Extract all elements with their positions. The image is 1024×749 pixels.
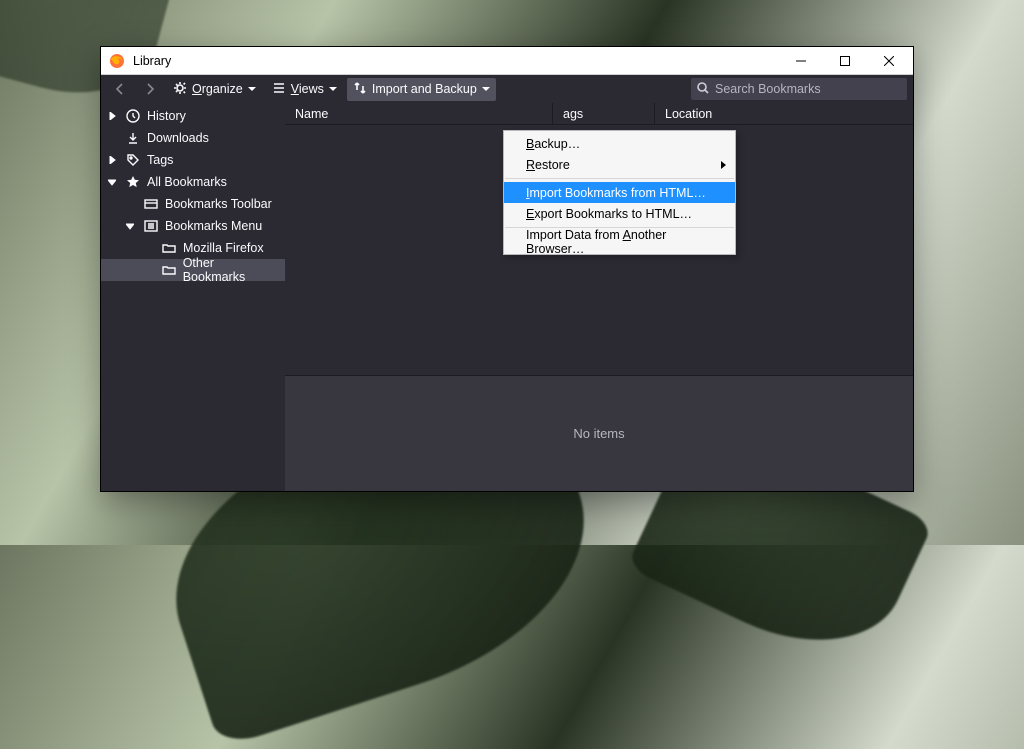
- sidebar-item-other-bookmarks[interactable]: Other Bookmarks: [101, 259, 285, 281]
- menu-item-label: Restore: [526, 158, 570, 172]
- search-input[interactable]: [715, 82, 901, 96]
- body: History Downloads Tags All Bookmarks: [101, 103, 913, 491]
- tag-icon: [125, 153, 141, 167]
- sidebar-item-label: Downloads: [147, 131, 209, 145]
- sidebar: History Downloads Tags All Bookmarks: [101, 103, 285, 491]
- views-label: Views: [291, 82, 324, 96]
- submenu-arrow-icon: [719, 158, 727, 172]
- forward-button[interactable]: [137, 79, 163, 99]
- window-title: Library: [133, 54, 779, 68]
- search-field[interactable]: [691, 78, 907, 100]
- details-pane: No items: [285, 375, 913, 491]
- empty-label: No items: [573, 426, 624, 441]
- toolbar: Organize Views Import and Backup: [101, 75, 913, 103]
- minimize-button[interactable]: [779, 47, 823, 75]
- menu-item-label: Backup…: [526, 137, 580, 151]
- menu-item-label: Import Bookmarks from HTML…: [526, 186, 706, 200]
- menu-item-backup[interactable]: Backup…: [504, 133, 735, 154]
- back-button[interactable]: [107, 79, 133, 99]
- clock-icon: [125, 109, 141, 123]
- sidebar-item-history[interactable]: History: [101, 105, 285, 127]
- column-tags[interactable]: ags: [553, 103, 655, 124]
- sidebar-item-label: Bookmarks Menu: [165, 219, 262, 233]
- views-button[interactable]: Views: [266, 78, 343, 101]
- star-icon: [125, 175, 141, 189]
- toolbar-icon: [143, 197, 159, 211]
- column-location[interactable]: Location: [655, 103, 913, 124]
- sidebar-item-label: Tags: [147, 153, 173, 167]
- import-backup-button[interactable]: Import and Backup: [347, 78, 496, 101]
- sidebar-item-label: All Bookmarks: [147, 175, 227, 189]
- sidebar-item-label: Other Bookmarks: [183, 256, 279, 284]
- column-headers: Name ags Location: [285, 103, 913, 125]
- search-icon: [697, 82, 709, 97]
- main-panel: Name ags Location No items Backup… Resto…: [285, 103, 913, 491]
- menu-item-label: Export Bookmarks to HTML…: [526, 207, 692, 221]
- chevron-down-icon: [482, 87, 490, 95]
- sidebar-item-bookmarks-menu[interactable]: Bookmarks Menu: [101, 215, 285, 237]
- column-name[interactable]: Name: [285, 103, 553, 124]
- titlebar: Library: [101, 47, 913, 75]
- library-window: Library Organize Views Import and Backup: [100, 46, 914, 492]
- menu-item-restore[interactable]: Restore: [504, 154, 735, 175]
- collapse-icon[interactable]: [105, 178, 119, 186]
- menu-icon: [143, 219, 159, 233]
- download-icon: [125, 131, 141, 145]
- menu-item-import-html[interactable]: Import Bookmarks from HTML…: [504, 182, 735, 203]
- chevron-down-icon: [329, 87, 337, 95]
- sidebar-item-label: History: [147, 109, 186, 123]
- folder-icon: [161, 241, 177, 255]
- chevron-down-icon: [248, 87, 256, 95]
- sidebar-item-label: Bookmarks Toolbar: [165, 197, 272, 211]
- organize-label: Organize: [192, 82, 243, 96]
- menu-item-import-browser[interactable]: Import Data from Another Browser…: [504, 231, 735, 252]
- organize-button[interactable]: Organize: [167, 78, 262, 101]
- gear-icon: [173, 81, 187, 98]
- close-button[interactable]: [867, 47, 911, 75]
- sidebar-item-all-bookmarks[interactable]: All Bookmarks: [101, 171, 285, 193]
- list-icon: [272, 81, 286, 98]
- sidebar-item-tags[interactable]: Tags: [101, 149, 285, 171]
- expand-icon[interactable]: [105, 112, 119, 120]
- sidebar-item-downloads[interactable]: Downloads: [101, 127, 285, 149]
- import-backup-label: Import and Backup: [372, 82, 477, 96]
- import-backup-menu: Backup… Restore Import Bookmarks from HT…: [503, 130, 736, 255]
- firefox-icon: [109, 53, 125, 69]
- menu-item-export-html[interactable]: Export Bookmarks to HTML…: [504, 203, 735, 224]
- folder-icon: [161, 263, 177, 277]
- sidebar-item-bookmarks-toolbar[interactable]: Bookmarks Toolbar: [101, 193, 285, 215]
- collapse-icon[interactable]: [123, 222, 137, 230]
- menu-item-label: Import Data from Another Browser…: [526, 228, 713, 256]
- maximize-button[interactable]: [823, 47, 867, 75]
- sidebar-item-label: Mozilla Firefox: [183, 241, 264, 255]
- expand-icon[interactable]: [105, 156, 119, 164]
- import-export-icon: [353, 81, 367, 98]
